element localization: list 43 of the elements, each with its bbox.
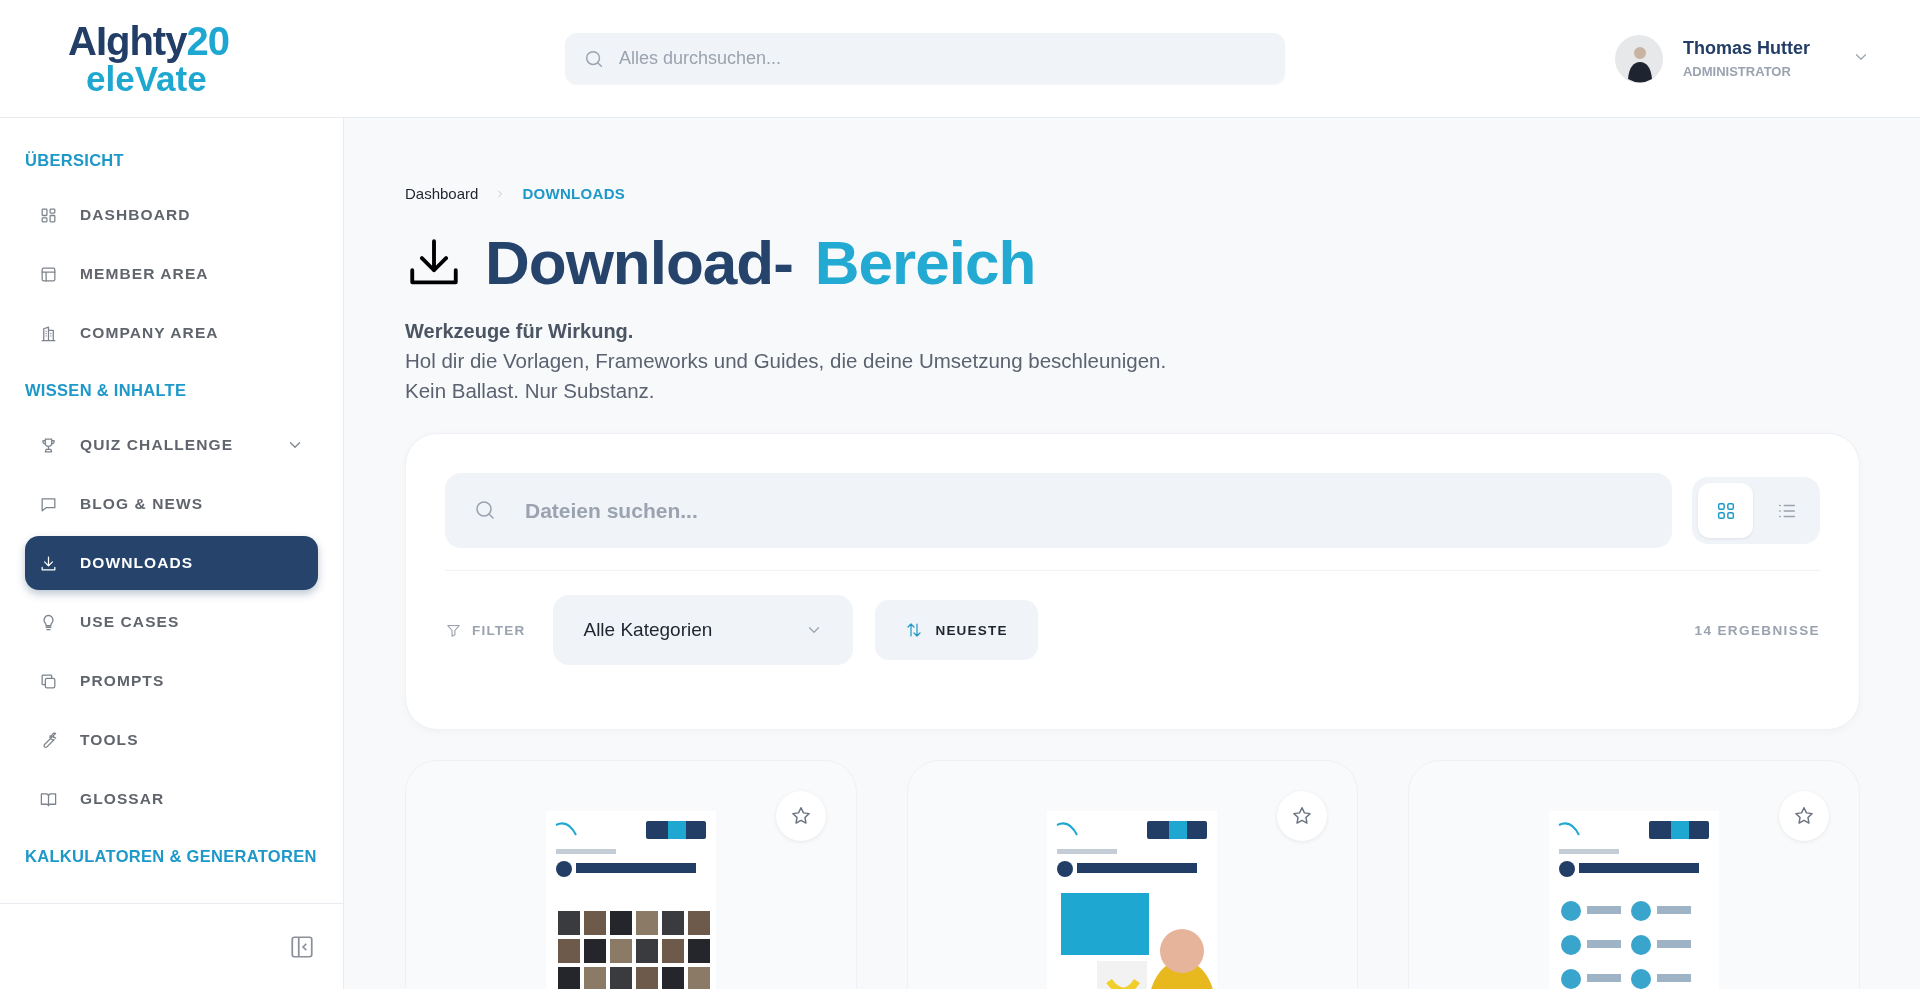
breadcrumb-link[interactable]: Dashboard (405, 185, 479, 202)
download-card[interactable] (405, 760, 857, 989)
star-icon (789, 805, 812, 827)
sidebar-item[interactable]: USE CASES (25, 595, 318, 649)
intro-text: Kein Ballast. Nur Substanz. (405, 379, 656, 403)
filter-label: FILTER (472, 622, 526, 638)
search-field[interactable]: Alles durchsuchen... (565, 33, 1285, 84)
star-icon (1793, 805, 1815, 827)
favorite-button[interactable] (775, 791, 826, 841)
favorite-button[interactable] (1277, 791, 1328, 841)
sidebar-item[interactable]: PROMPTS (25, 654, 318, 708)
avatar-icon[interactable] (1615, 34, 1663, 83)
sidebar-item[interactable]: DASHBOARD (25, 188, 318, 242)
section-heading: KALKULATOREN & GENERATOREN (25, 846, 318, 867)
sidebar-item[interactable]: DOWNLOADS (25, 536, 318, 590)
result-count: 14 ERGEBNISSE (1694, 622, 1820, 638)
logo-number: 20 (186, 21, 229, 61)
logo-text: AIghty (68, 21, 187, 61)
page-title-accent: Bereich (814, 232, 1036, 294)
sidebar-item[interactable]: BLOG & NEWS (25, 477, 318, 531)
sort-button[interactable]: NEUESTE (875, 600, 1038, 660)
category-dropdown[interactable]: Alle Kategorien (553, 595, 854, 665)
sidebar-item[interactable]: COMPANY AREA (25, 306, 318, 360)
page-title: Download- (485, 232, 793, 294)
sidebar-item[interactable]: QUIZ CHALLENGE (25, 418, 318, 472)
sidebar-item[interactable]: TOOLS (25, 713, 318, 767)
section-heading: WISSEN & INHALTE (25, 380, 188, 401)
star-icon (1291, 805, 1314, 827)
building-icon (39, 323, 58, 343)
breadcrumb-link[interactable]: DOWNLOADS (522, 185, 626, 202)
intro-headline: Werkzeuge für Wirkung. (405, 320, 635, 343)
user-role: ADMINISTRATOR (1683, 64, 1792, 79)
sidebar-item[interactable]: MEMBER AREA (25, 247, 318, 301)
download-card[interactable] (906, 760, 1359, 989)
view-toggle-button[interactable] (1698, 483, 1753, 538)
sidebar-item[interactable]: GLOSSAR (25, 772, 318, 826)
file-search-field[interactable]: Dateien suchen... (445, 473, 1672, 548)
collapse-sidebar-icon[interactable] (289, 933, 315, 960)
user-name: Thomas Hutter (1683, 38, 1810, 59)
favorite-button[interactable] (1779, 791, 1829, 841)
intro-text: Hol dir die Vorlagen, Frameworks und Guides, die deine Umsetzung beschleunigen. (405, 349, 1168, 373)
section-heading: ÜBERSICHT (25, 150, 125, 171)
download-card[interactable] (1408, 760, 1860, 989)
